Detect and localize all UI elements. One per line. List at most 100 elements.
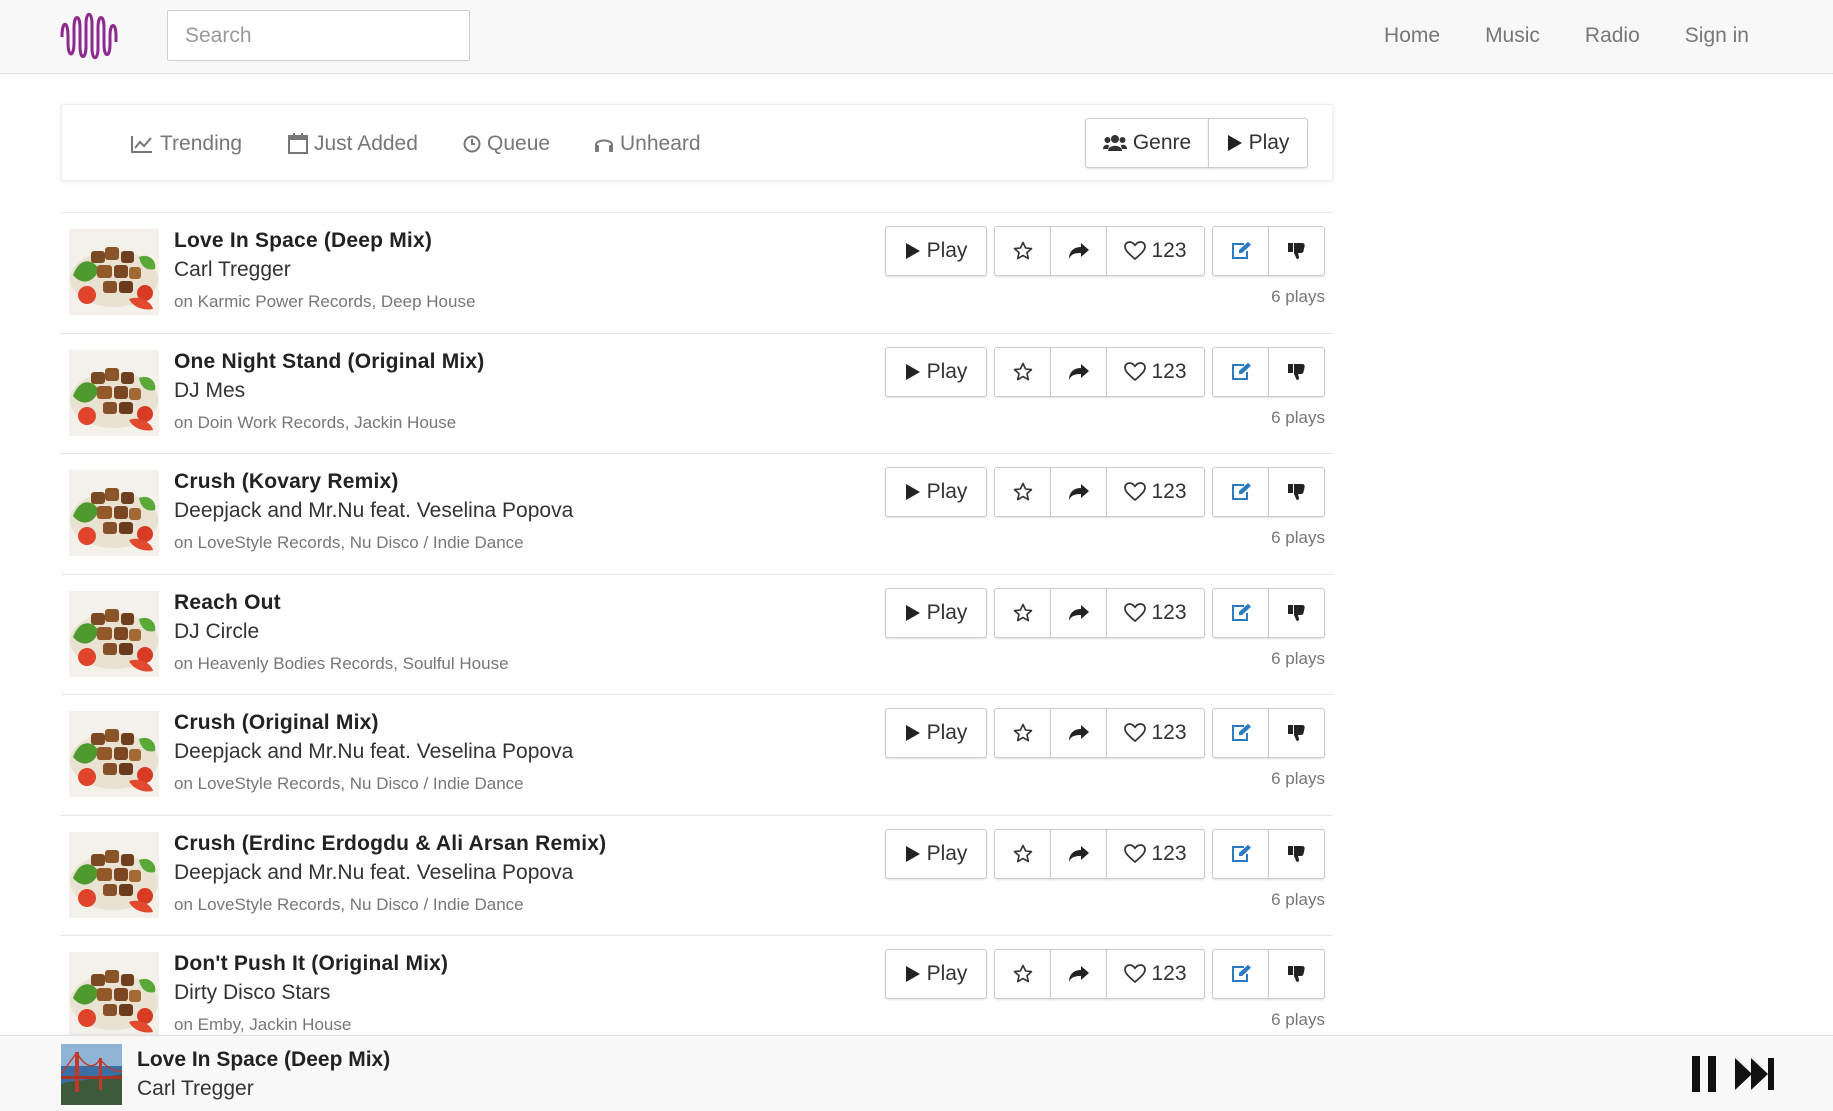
share-button[interactable] (1050, 346, 1107, 397)
favorite-button[interactable] (994, 828, 1051, 879)
track-artist[interactable]: Deepjack and Mr.Nu feat. Veselina Popova (174, 740, 573, 764)
tab-queue[interactable]: Queue (463, 105, 550, 182)
dislike-button[interactable] (1268, 226, 1325, 276)
track-title[interactable]: One Night Stand (Original Mix) (174, 350, 485, 374)
track-artist[interactable]: Dirty Disco Stars (174, 981, 330, 1005)
nav-sign-in[interactable]: Sign in (1685, 24, 1749, 48)
track-label-genre: on Emby, Jackin House (174, 1015, 352, 1034)
dislike-button[interactable] (1268, 467, 1325, 517)
share-button[interactable] (1050, 467, 1107, 517)
track-list: Love In Space (Deep Mix) Carl Tregger on… (61, 212, 1333, 1057)
track-label-genre: on Heavenly Bodies Records, Soulful Hous… (174, 653, 509, 673)
track-actions: Play 123 (878, 828, 1325, 879)
share-icon (1068, 484, 1089, 500)
nav-music[interactable]: Music (1485, 24, 1540, 48)
play-group: Play (885, 467, 987, 517)
thumbs-down-icon (1287, 966, 1305, 982)
play-button[interactable]: Play (885, 346, 987, 397)
track-artist[interactable]: DJ Mes (174, 379, 245, 403)
now-playing-artist[interactable]: Carl Tregger (137, 1077, 254, 1101)
like-button[interactable]: 123 (1106, 949, 1205, 999)
favorite-button[interactable] (994, 467, 1051, 517)
track-title[interactable]: Crush (Erdinc Erdogdu & Ali Arsan Remix) (174, 832, 606, 856)
next-icon[interactable] (1735, 1058, 1775, 1090)
track-title[interactable]: Don't Push It (Original Mix) (174, 952, 448, 976)
like-count: 123 (1151, 841, 1187, 865)
edit-button[interactable] (1212, 587, 1269, 638)
play-button[interactable]: Play (885, 587, 987, 638)
play-button[interactable]: Play (885, 949, 987, 999)
like-button[interactable]: 123 (1106, 346, 1205, 397)
share-button[interactable] (1050, 828, 1107, 879)
pause-icon[interactable] (1690, 1056, 1718, 1092)
dislike-button[interactable] (1268, 949, 1325, 999)
play-button[interactable]: Play (885, 828, 987, 879)
dislike-button[interactable] (1268, 346, 1325, 397)
tab-just-added[interactable]: Just Added (288, 105, 418, 182)
play-button[interactable]: Play (885, 467, 987, 517)
track-title[interactable]: Crush (Original Mix) (174, 711, 379, 735)
nav-radio[interactable]: Radio (1585, 24, 1640, 48)
track-actions: Play 123 (878, 226, 1325, 276)
track-artwork[interactable] (69, 831, 159, 918)
dislike-button[interactable] (1268, 708, 1325, 758)
nav-home[interactable]: Home (1384, 24, 1440, 48)
edit-button[interactable] (1212, 949, 1269, 999)
like-button[interactable]: 123 (1106, 587, 1205, 638)
track-artwork[interactable] (69, 590, 159, 677)
like-button[interactable]: 123 (1106, 828, 1205, 879)
track-title[interactable]: Reach Out (174, 591, 281, 615)
track-title[interactable]: Love In Space (Deep Mix) (174, 229, 432, 253)
track-artwork[interactable] (69, 470, 159, 556)
genre-button[interactable]: Genre (1085, 118, 1209, 168)
play-button[interactable]: Play (885, 708, 987, 758)
edit-button[interactable] (1212, 467, 1269, 517)
share-button[interactable] (1050, 226, 1107, 276)
share-icon (1068, 845, 1089, 862)
thumbs-down-icon (1287, 243, 1305, 259)
thumbs-down-icon (1287, 363, 1305, 380)
star-icon (1013, 241, 1032, 260)
track-artwork[interactable] (69, 229, 159, 315)
edit-button[interactable] (1212, 708, 1269, 758)
share-button[interactable] (1050, 587, 1107, 638)
favorite-button[interactable] (994, 226, 1051, 276)
play-all-label: Play (1248, 131, 1290, 154)
play-label: Play (926, 721, 968, 744)
like-button[interactable]: 123 (1106, 708, 1205, 758)
logo-waveform-icon[interactable] (60, 12, 122, 62)
like-button[interactable]: 123 (1106, 226, 1205, 276)
share-button[interactable] (1050, 708, 1107, 758)
track-artist[interactable]: DJ Circle (174, 620, 259, 644)
play-button[interactable]: Play (885, 226, 987, 276)
now-playing-title[interactable]: Love In Space (Deep Mix) (137, 1048, 390, 1072)
edit-button[interactable] (1212, 226, 1269, 276)
tab-trending[interactable]: Trending (130, 105, 242, 182)
play-all-button[interactable]: Play (1208, 118, 1308, 168)
now-playing-artwork[interactable] (61, 1044, 122, 1105)
track-title[interactable]: Crush (Kovary Remix) (174, 470, 399, 494)
track-artwork[interactable] (69, 952, 159, 1038)
dislike-button[interactable] (1268, 587, 1325, 638)
manage-group (1212, 587, 1325, 638)
edit-button[interactable] (1212, 346, 1269, 397)
track-artist[interactable]: Deepjack and Mr.Nu feat. Veselina Popova (174, 861, 573, 885)
favorite-button[interactable] (994, 949, 1051, 999)
track-artwork[interactable] (69, 349, 159, 436)
tab-unheard[interactable]: Unheard (594, 105, 701, 182)
favorite-button[interactable] (994, 708, 1051, 758)
track-artwork[interactable] (69, 711, 159, 797)
play-count: 6 plays (1271, 889, 1325, 909)
dislike-button[interactable] (1268, 828, 1325, 879)
share-button[interactable] (1050, 949, 1107, 999)
track-artist[interactable]: Deepjack and Mr.Nu feat. Veselina Popova (174, 499, 573, 523)
tab-trending-label: Trending (160, 131, 243, 155)
track-label-genre: on LoveStyle Records, Nu Disco / Indie D… (174, 894, 524, 914)
favorite-button[interactable] (994, 346, 1051, 397)
play-icon (905, 845, 920, 862)
favorite-button[interactable] (994, 587, 1051, 638)
edit-button[interactable] (1212, 828, 1269, 879)
search-input[interactable] (167, 10, 470, 61)
like-button[interactable]: 123 (1106, 467, 1205, 517)
track-artist[interactable]: Carl Tregger (174, 258, 291, 282)
